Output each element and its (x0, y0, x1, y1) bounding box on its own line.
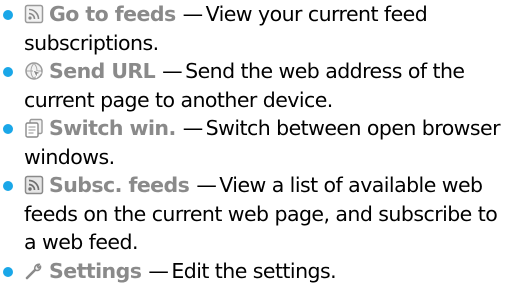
dash: — (196, 173, 216, 197)
dash: — (162, 59, 182, 83)
switch-window-icon (24, 118, 44, 138)
dash: — (183, 116, 203, 140)
list-item-switch-window: Switch win.—Switch between open browser … (0, 114, 513, 171)
list-item-send-url: Send URL—Send the web address of the cur… (0, 57, 513, 114)
option-label: Subsc. feeds (49, 173, 189, 197)
settings-icon (24, 261, 44, 281)
option-label: Go to feeds (49, 2, 176, 26)
menu-option-list: Go to feeds—View your current feed subsc… (0, 0, 513, 285)
list-item-subscribe-feeds: Subsc. feeds—View a list of available we… (0, 171, 513, 257)
feeds-icon (24, 4, 44, 24)
list-item-go-to-feeds: Go to feeds—View your current feed subsc… (0, 0, 513, 57)
bullet (3, 67, 13, 77)
bullet (3, 267, 13, 277)
bullet (3, 10, 13, 20)
option-label: Switch win. (49, 116, 176, 140)
bullet (3, 124, 13, 134)
send-url-icon (24, 61, 44, 81)
option-label: Send URL (49, 59, 155, 83)
dash: — (183, 2, 203, 26)
list-item-settings: Settings—Edit the settings. (0, 257, 513, 285)
subscribe-feeds-icon (24, 175, 44, 195)
bullet (3, 181, 13, 191)
